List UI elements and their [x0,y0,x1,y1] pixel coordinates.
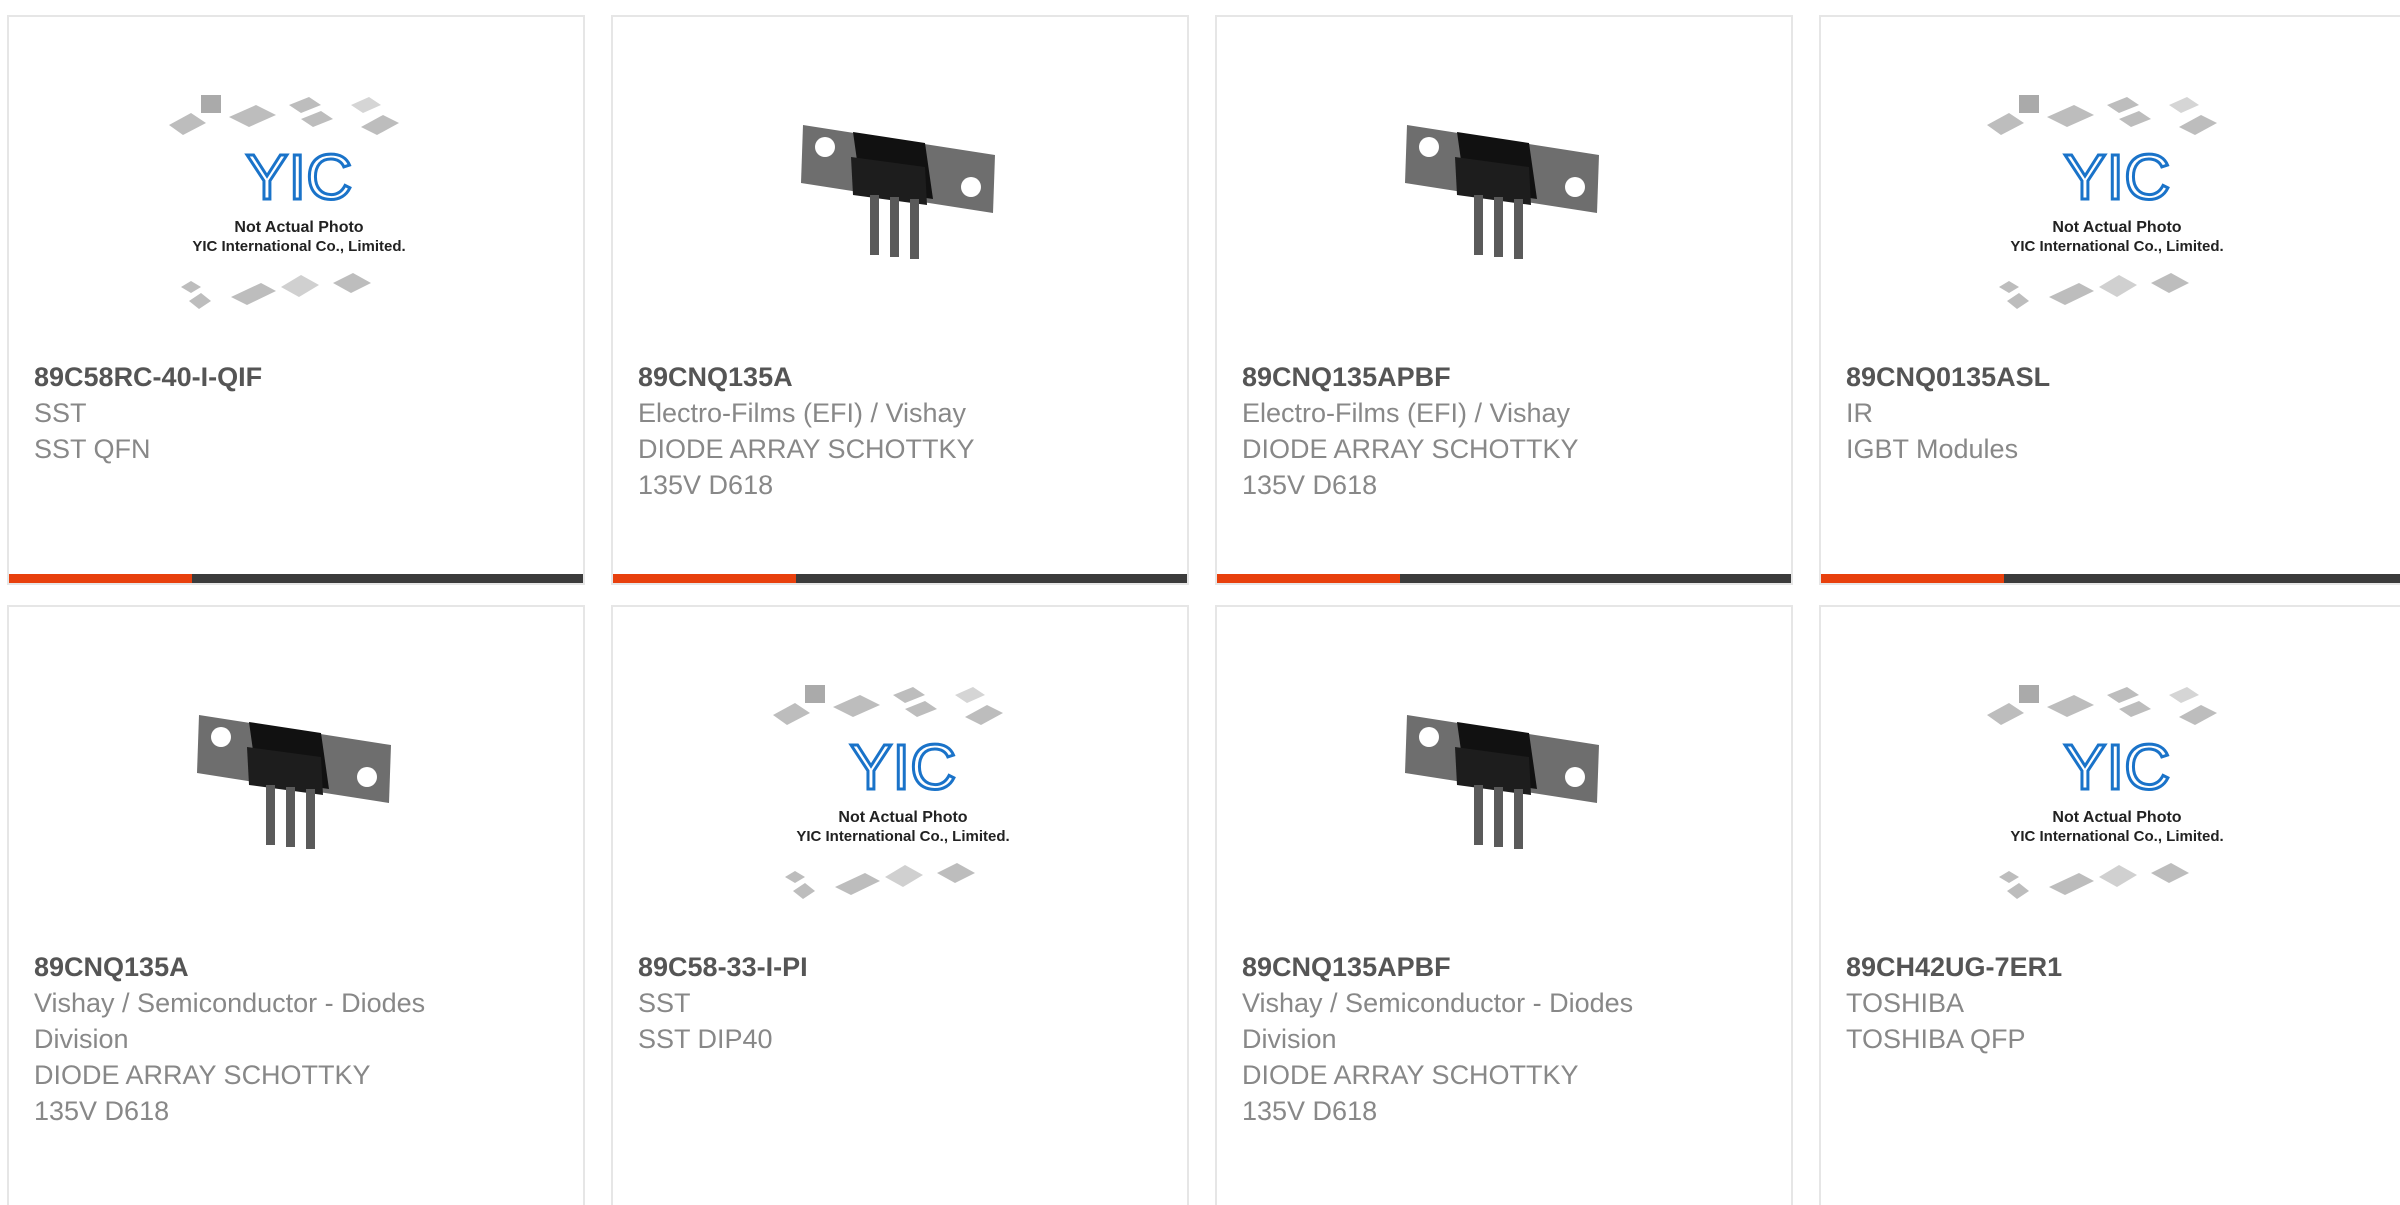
product-card[interactable]: YIC Not Actual Photo YIC International C… [1819,15,2400,585]
product-image: YIC Not Actual Photo YIC International C… [613,677,1187,957]
card-accent-bar [1821,574,2004,583]
manufacturer: Vishay / Semiconductor - Diodes [34,988,426,1018]
part-number[interactable]: 89C58RC-40-I-QIF [34,359,563,395]
svg-text:Not Actual Photo: Not Actual Photo [2052,809,2181,826]
description: DIODE ARRAY SCHOTTKY [1242,1060,1579,1090]
product-info: 89CNQ0135ASL IR IGBT Modules [1846,359,2387,467]
card-bottom-bar [1821,574,2400,583]
product-card[interactable]: 89CNQ135APBF Vishay / Semiconductor - Di… [1215,605,1793,1205]
product-image: YIC Not Actual Photo YIC International C… [1821,87,2400,367]
product-image [1217,677,1791,957]
product-info: 89C58-33-I-PI SST SST DIP40 [638,949,1167,1057]
svg-text:YIC: YIC [2064,731,2171,803]
svg-text:YIC International Co., Limited: YIC International Co., Limited. [192,238,405,255]
description: SST QFN [34,434,151,464]
description: 135V D618 [1242,470,1378,500]
description: SST DIP40 [638,1024,773,1054]
manufacturer: SST [34,398,87,428]
part-number[interactable]: 89CNQ0135ASL [1846,359,2387,395]
svg-text:Not Actual Photo: Not Actual Photo [838,809,967,826]
diode-module-icon [1405,715,1599,849]
svg-text:YIC International Co., Limited: YIC International Co., Limited. [2010,828,2223,845]
description: IGBT Modules [1846,434,2019,464]
product-card[interactable]: YIC Not Actual Photo YIC International C… [1819,605,2400,1205]
card-accent-bar [9,574,192,583]
diode-module-icon [197,715,391,849]
manufacturer: Vishay / Semiconductor - Diodes [1242,988,1634,1018]
manufacturer: TOSHIBA [1846,988,1965,1018]
product-info: 89CNQ135APBF Electro-Films (EFI) / Visha… [1242,359,1771,503]
product-info: 89CNQ135A Electro-Films (EFI) / Vishay D… [638,359,1167,503]
product-card[interactable]: 89CNQ135A Vishay / Semiconductor - Diode… [7,605,585,1205]
diode-module-icon [801,125,995,259]
description: DIODE ARRAY SCHOTTKY [34,1060,371,1090]
svg-text:YIC: YIC [246,141,353,213]
manufacturer: Division [34,1024,129,1054]
svg-text:Not Actual Photo: Not Actual Photo [234,219,363,236]
yic-placeholder-icon: YIC Not Actual Photo YIC International C… [1987,95,2224,309]
product-image [1217,87,1791,367]
part-number[interactable]: 89CNQ135A [34,949,563,985]
product-image: YIC Not Actual Photo YIC International C… [9,87,583,367]
product-info: 89CNQ135A Vishay / Semiconductor - Diode… [34,949,563,1129]
yic-placeholder-icon: YIC Not Actual Photo YIC International C… [169,95,406,309]
card-bottom-bar [9,574,583,583]
svg-text:Not Actual Photo: Not Actual Photo [2052,219,2181,236]
description: 135V D618 [1242,1096,1378,1126]
part-number[interactable]: 89CH42UG-7ER1 [1846,949,2387,985]
manufacturer: Division [1242,1024,1337,1054]
svg-text:YIC International Co., Limited: YIC International Co., Limited. [2010,238,2223,255]
card-accent-bar [613,574,796,583]
svg-text:YIC International Co., Limited: YIC International Co., Limited. [796,828,1009,845]
product-grid: YIC Not Actual Photo YIC International C… [0,0,2400,1205]
manufacturer: Electro-Films (EFI) / Vishay [638,398,967,428]
yic-placeholder-icon: YIC Not Actual Photo YIC International C… [773,685,1010,899]
part-number[interactable]: 89CNQ135APBF [1242,949,1771,985]
yic-placeholder-icon: YIC Not Actual Photo YIC International C… [1987,685,2224,899]
product-image [9,677,583,957]
part-number[interactable]: 89CNQ135A [638,359,1167,395]
description: DIODE ARRAY SCHOTTKY [638,434,975,464]
svg-text:YIC: YIC [2064,141,2171,213]
diode-module-icon [1405,125,1599,259]
card-bottom-bar [613,574,1187,583]
manufacturer: IR [1846,398,1873,428]
product-info: 89CNQ135APBF Vishay / Semiconductor - Di… [1242,949,1771,1129]
part-number[interactable]: 89CNQ135APBF [1242,359,1771,395]
card-bottom-bar [1217,574,1791,583]
part-number[interactable]: 89C58-33-I-PI [638,949,1167,985]
manufacturer: SST [638,988,691,1018]
product-info: 89CH42UG-7ER1 TOSHIBA TOSHIBA QFP [1846,949,2387,1057]
manufacturer: Electro-Films (EFI) / Vishay [1242,398,1571,428]
product-card[interactable]: YIC Not Actual Photo YIC International C… [611,605,1189,1205]
svg-text:YIC: YIC [850,731,957,803]
card-accent-bar [1217,574,1400,583]
product-image: YIC Not Actual Photo YIC International C… [1821,677,2400,957]
description: 135V D618 [34,1096,170,1126]
product-card[interactable]: YIC Not Actual Photo YIC International C… [7,15,585,585]
product-card[interactable]: 89CNQ135APBF Electro-Films (EFI) / Visha… [1215,15,1793,585]
product-info: 89C58RC-40-I-QIF SST SST QFN [34,359,563,467]
description: 135V D618 [638,470,774,500]
product-card[interactable]: 89CNQ135A Electro-Films (EFI) / Vishay D… [611,15,1189,585]
description: TOSHIBA QFP [1846,1024,2026,1054]
product-image [613,87,1187,367]
description: DIODE ARRAY SCHOTTKY [1242,434,1579,464]
